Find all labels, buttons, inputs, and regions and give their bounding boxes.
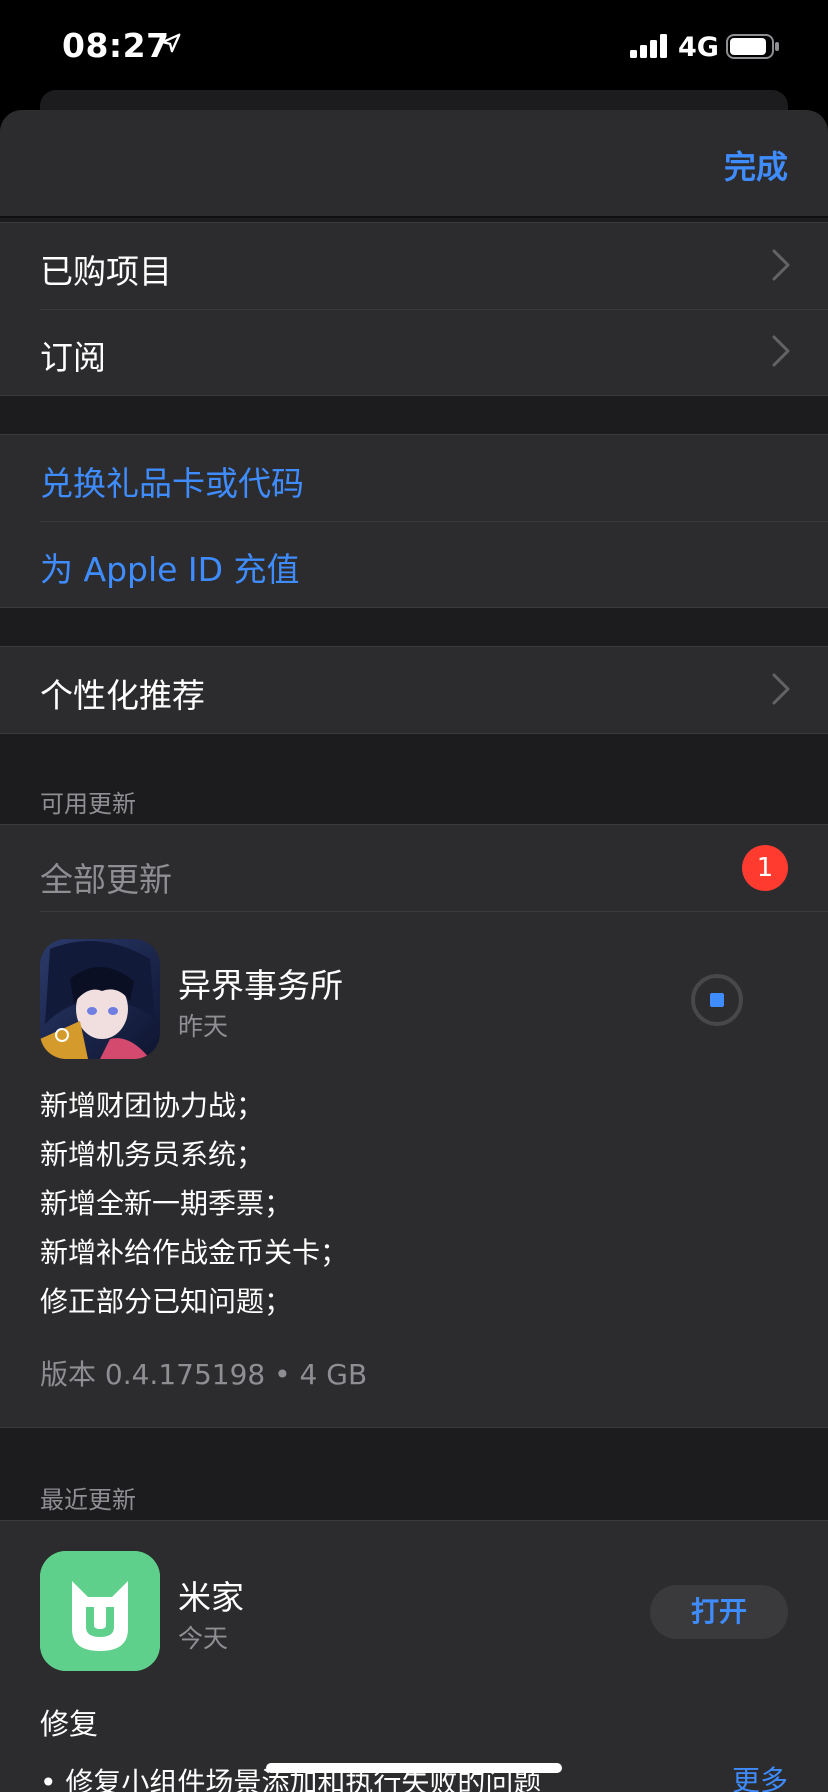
purchased-row[interactable]: 已购项目 — [0, 223, 828, 309]
network-label: 4G — [678, 32, 719, 63]
release-notes: 新增财团协力战； 新增机务员系统； 新增全新一期季票； 新增补给作战金币关卡； … — [40, 1081, 348, 1326]
personalized-recommendations-row[interactable]: 个性化推荐 — [0, 647, 828, 733]
subscriptions-label: 订阅 — [40, 338, 106, 377]
gift-group: 兑换礼品卡或代码 为 Apple ID 充值 — [0, 434, 828, 608]
chevron-right-icon — [772, 673, 790, 705]
mijia-logo-icon — [40, 1551, 160, 1671]
home-indicator[interactable] — [266, 1763, 562, 1773]
release-note-line: 新增补给作战金币关卡； — [40, 1236, 349, 1269]
add-funds-row[interactable]: 为 Apple ID 充值 — [0, 521, 828, 607]
open-button[interactable]: 打开 — [650, 1585, 788, 1639]
update-count-badge: 1 — [742, 845, 788, 891]
account-group: 已购项目 订阅 — [0, 222, 828, 396]
personalized-group: 个性化推荐 — [0, 646, 828, 734]
anime-character-icon — [40, 939, 160, 1059]
fix-title: 修复 — [40, 1707, 99, 1741]
recent-updates-header: 最近更新 — [40, 1486, 136, 1514]
chevron-right-icon — [772, 249, 790, 281]
mijia-app-name: 米家 — [178, 1578, 244, 1617]
release-note-line: 新增机务员系统； — [40, 1138, 265, 1171]
redeem-row[interactable]: 兑换礼品卡或代码 — [0, 435, 828, 521]
available-updates-header: 可用更新 — [40, 790, 136, 818]
more-link[interactable]: 更多 — [732, 1759, 788, 1792]
location-arrow-icon — [161, 33, 181, 53]
sheet-header: 完成 — [0, 110, 828, 218]
yijie-app-icon[interactable] — [40, 939, 160, 1059]
account-sheet: 完成 已购项目 订阅 兑换礼品卡或代码 为 Apple ID 充值 个性化推荐 — [0, 110, 828, 1792]
yijie-app-date: 昨天 — [178, 1012, 229, 1041]
subscriptions-row[interactable]: 订阅 — [0, 309, 828, 395]
available-updates-block: 全部更新 1 异界事务所 昨天 新增财团协力战； 新增机务员系统； 新增全新一期… — [0, 824, 828, 1428]
redeem-gift-card-link[interactable]: 兑换礼品卡或代码 — [40, 457, 304, 505]
chevron-right-icon — [772, 335, 790, 367]
version-info: 版本 0.4.175198 • 4 GB — [40, 1358, 368, 1391]
status-bar: 08:27 4G — [0, 0, 828, 94]
release-note-line: 修正部分已知问题； — [40, 1285, 293, 1318]
status-time: 08:27 — [62, 26, 170, 65]
release-note-line: 新增全新一期季票； — [40, 1187, 293, 1220]
yijie-app-name: 异界事务所 — [178, 966, 343, 1005]
mijia-app-date: 今天 — [178, 1624, 229, 1653]
mijia-app-icon[interactable] — [40, 1551, 160, 1671]
update-all-button[interactable]: 全部更新 — [40, 853, 172, 901]
recent-updates-block: 米家 今天 打开 修复 • 修复小组件场景添加和执行失败的问题 更多 — [0, 1520, 828, 1792]
add-funds-link[interactable]: 为 Apple ID 充值 — [40, 543, 300, 591]
purchased-label: 已购项目 — [40, 252, 172, 291]
divider — [40, 911, 828, 912]
done-button[interactable]: 完成 — [724, 142, 788, 188]
signal-bars-icon — [630, 34, 667, 58]
personalized-recommendations-label: 个性化推荐 — [40, 676, 205, 715]
release-note-line: 新增财团协力战； — [40, 1089, 265, 1122]
stop-download-button[interactable] — [690, 973, 744, 1027]
battery-icon — [726, 34, 779, 59]
